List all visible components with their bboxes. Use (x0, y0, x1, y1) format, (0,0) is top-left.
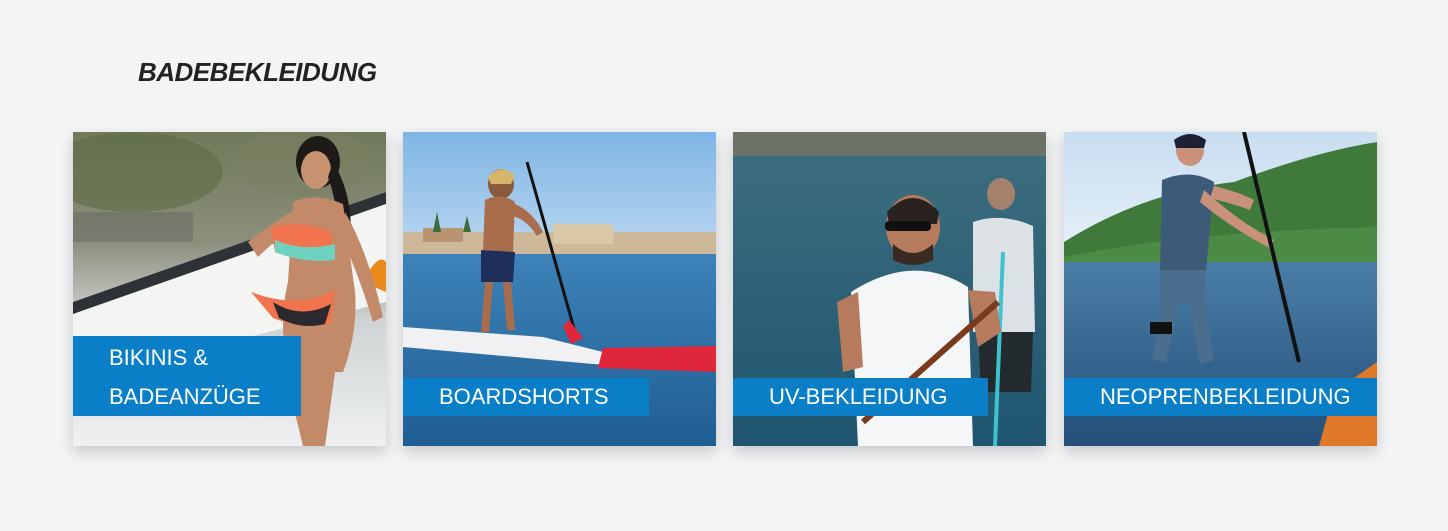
category-card-uv-bekleidung[interactable]: UV-BEKLEIDUNG (733, 132, 1046, 446)
category-label[interactable]: NEOPRENBEKLEIDUNG (1064, 378, 1377, 416)
category-card-neoprenbekleidung[interactable]: NEOPRENBEKLEIDUNG (1064, 132, 1377, 446)
category-card-bikinis[interactable]: BIKINIS & BADEANZÜGE (73, 132, 386, 446)
category-label-line2: BADEANZÜGE (109, 384, 261, 409)
section-title: BADEBEKLEIDUNG (138, 57, 377, 87)
category-label-line1: BIKINIS & (109, 345, 209, 370)
category-label[interactable]: BIKINIS & BADEANZÜGE (73, 336, 301, 416)
category-label[interactable]: UV-BEKLEIDUNG (733, 378, 988, 416)
category-card-boardshorts[interactable]: BOARDSHORTS (403, 132, 716, 446)
category-label[interactable]: BOARDSHORTS (403, 378, 649, 416)
